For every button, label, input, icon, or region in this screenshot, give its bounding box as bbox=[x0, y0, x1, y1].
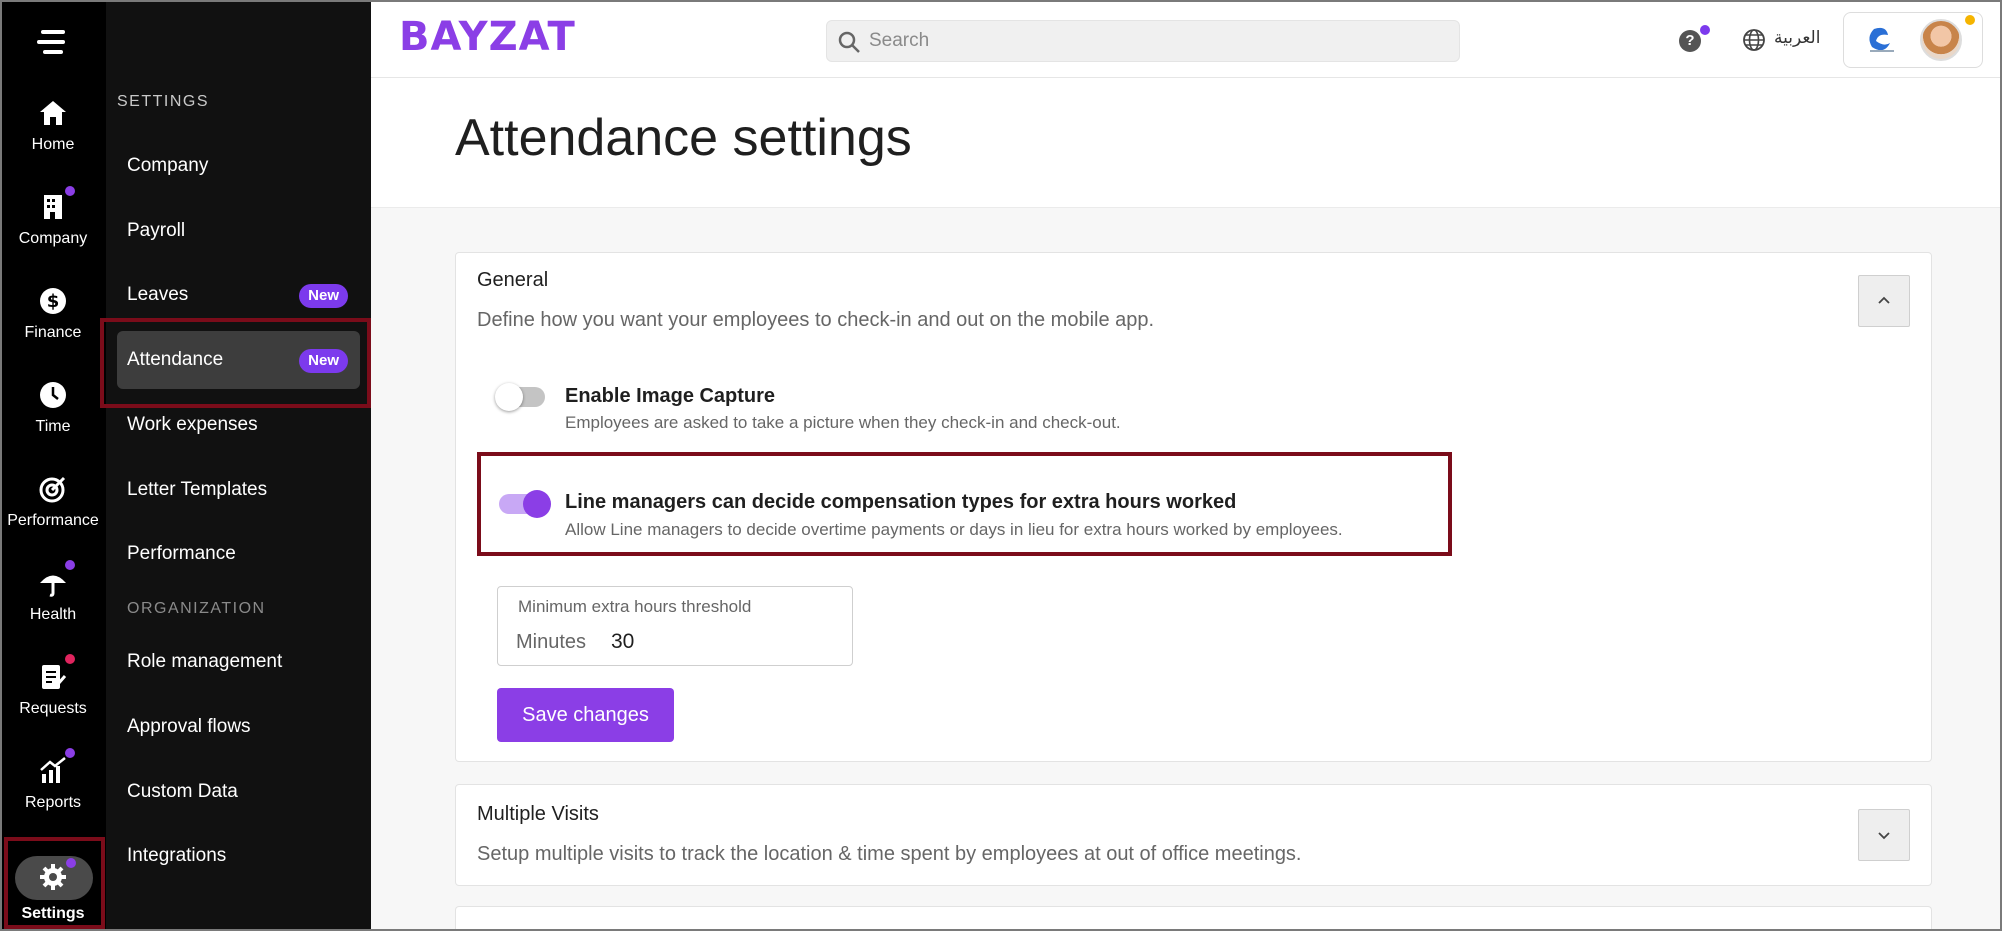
umbrella-icon bbox=[40, 575, 66, 597]
bayzat-logo[interactable]: BAYZAT bbox=[399, 14, 576, 60]
building-icon bbox=[44, 195, 62, 219]
card-title: Multiple Visits bbox=[477, 803, 599, 825]
dollar-icon: $ bbox=[40, 288, 66, 314]
avatar bbox=[1920, 19, 1962, 61]
submenu-item-role-management[interactable]: Role management bbox=[117, 633, 360, 691]
company-logo-icon bbox=[1869, 27, 1894, 52]
field-unit: Minutes bbox=[516, 631, 587, 653]
submenu-item-label: Role management bbox=[127, 651, 283, 672]
submenu-item-attendance[interactable]: Attendance New bbox=[117, 331, 360, 389]
option-description: Allow Line managers to decide overtime p… bbox=[565, 520, 1343, 539]
status-dot bbox=[1965, 15, 1975, 25]
rail-item-label: Finance bbox=[24, 324, 82, 341]
card-title: General bbox=[477, 269, 549, 291]
toggle-knob bbox=[495, 383, 523, 411]
submenu-item-label: Payroll bbox=[127, 220, 186, 241]
rail-item-label: Settings bbox=[21, 905, 85, 922]
rail-item-finance[interactable]: $ Finance bbox=[0, 274, 106, 354]
rail-item-performance[interactable]: Performance bbox=[0, 462, 106, 542]
rail-item-health[interactable]: Health bbox=[0, 556, 106, 636]
target-icon bbox=[39, 476, 66, 503]
submenu-item-label: Performance bbox=[127, 543, 236, 564]
rail-item-label: Performance bbox=[7, 512, 99, 529]
chevron-up-icon bbox=[1878, 296, 1890, 304]
rail-item-label: Home bbox=[31, 136, 75, 153]
gear-icon bbox=[40, 864, 66, 890]
home-icon bbox=[40, 101, 66, 125]
submenu-item-letter-templates[interactable]: Letter Templates bbox=[117, 461, 360, 519]
submenu-item-performance[interactable]: Performance bbox=[117, 525, 360, 583]
profile-menu[interactable] bbox=[1843, 12, 1983, 68]
multiple-visits-card: Multiple Visits Setup multiple visits to… bbox=[455, 784, 1932, 886]
image-capture-toggle[interactable] bbox=[495, 383, 545, 411]
search-box[interactable] bbox=[826, 20, 1460, 62]
threshold-field: Minimum extra hours threshold Minutes bbox=[497, 586, 853, 666]
page-title: Attendance settings bbox=[455, 109, 912, 167]
rail-item-home[interactable]: Home bbox=[0, 86, 106, 166]
rail-item-time[interactable]: Time bbox=[0, 368, 106, 448]
toggle-knob bbox=[523, 490, 551, 518]
language-label: العربية bbox=[1774, 28, 1821, 48]
notification-dot bbox=[66, 858, 76, 868]
rail-item-label: Reports bbox=[24, 794, 82, 811]
primary-nav-rail: Home Company $ Finance Time Performance … bbox=[0, 0, 106, 931]
svg-text:$: $ bbox=[47, 291, 60, 312]
submenu-item-label: Work expenses bbox=[127, 414, 258, 435]
submenu-item-label: Company bbox=[127, 155, 209, 176]
rail-item-requests[interactable]: Requests bbox=[0, 650, 106, 730]
submenu-item-label: Integrations bbox=[127, 845, 227, 866]
submenu-item-label: Letter Templates bbox=[127, 479, 268, 500]
submenu-item-approval-flows[interactable]: Approval flows bbox=[117, 698, 360, 756]
chart-icon bbox=[40, 757, 66, 783]
rail-item-label: Time bbox=[35, 418, 71, 435]
notification-dot bbox=[65, 560, 75, 570]
new-badge: New bbox=[299, 284, 348, 308]
collapse-button[interactable] bbox=[1858, 275, 1910, 327]
submenu-item-work-expenses[interactable]: Work expenses bbox=[117, 396, 360, 454]
compensation-types-toggle[interactable] bbox=[499, 490, 551, 518]
rail-item-label: Company bbox=[18, 230, 88, 247]
submenu-item-company[interactable]: Company bbox=[117, 137, 360, 195]
submenu-heading: SETTINGS bbox=[117, 93, 210, 110]
submenu-item-integrations[interactable]: Integrations bbox=[117, 827, 360, 885]
request-icon bbox=[42, 665, 67, 689]
submenu-item-custom-data[interactable]: Custom Data bbox=[117, 763, 360, 821]
rail-item-label: Requests bbox=[19, 700, 87, 717]
notification-dot bbox=[1700, 25, 1710, 35]
submenu-item-leaves[interactable]: Leaves New bbox=[117, 266, 360, 324]
submenu-item-label: Approval flows bbox=[127, 716, 251, 737]
rail-item-reports[interactable]: Reports bbox=[0, 744, 106, 824]
new-badge: New bbox=[299, 349, 348, 373]
save-changes-button[interactable]: Save changes bbox=[497, 688, 674, 742]
notification-dot bbox=[65, 748, 75, 758]
rail-item-settings[interactable]: Settings bbox=[0, 846, 106, 926]
hamburger-icon[interactable] bbox=[37, 28, 69, 56]
submenu-item-label: Leaves bbox=[127, 284, 189, 305]
notification-dot bbox=[65, 654, 75, 664]
help-icon[interactable]: ? bbox=[1679, 30, 1701, 52]
rail-item-company[interactable]: Company bbox=[0, 180, 106, 260]
card-description: Define how you want your employees to ch… bbox=[477, 309, 1155, 331]
search-icon bbox=[838, 31, 860, 53]
card-description: Setup multiple visits to track the locat… bbox=[477, 843, 1302, 865]
globe-icon bbox=[1743, 29, 1765, 51]
expand-button[interactable] bbox=[1858, 809, 1910, 861]
rail-item-label: Health bbox=[29, 606, 77, 623]
clock-icon bbox=[40, 382, 66, 408]
option-title: Enable Image Capture bbox=[565, 385, 776, 407]
chevron-down-icon bbox=[1878, 832, 1890, 840]
minutes-input[interactable] bbox=[611, 625, 831, 659]
option-title: Line managers can decide compensation ty… bbox=[565, 491, 1237, 513]
submenu-item-label: Custom Data bbox=[127, 781, 238, 802]
search-input[interactable] bbox=[869, 21, 1449, 61]
next-settings-card bbox=[455, 906, 1932, 931]
submenu-item-payroll[interactable]: Payroll bbox=[117, 202, 360, 260]
submenu-item-label: Attendance bbox=[127, 349, 224, 370]
option-description: Employees are asked to take a picture wh… bbox=[565, 413, 1121, 432]
field-label: Minimum extra hours threshold bbox=[518, 597, 752, 616]
notification-dot bbox=[65, 186, 75, 196]
submenu-org-heading: ORGANIZATION bbox=[127, 600, 266, 617]
